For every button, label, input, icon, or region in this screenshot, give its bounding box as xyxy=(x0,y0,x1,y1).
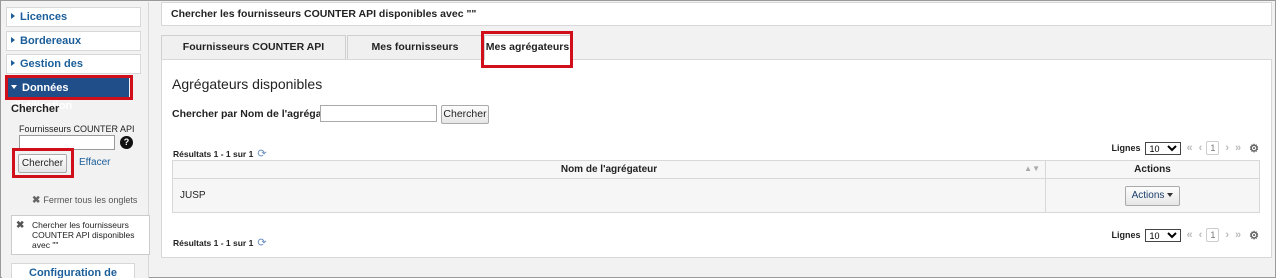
close-icon: ✖ xyxy=(32,195,41,206)
column-header-label: Nom de l'agrégateur xyxy=(560,164,658,175)
column-header-name[interactable]: Nom de l'agrégateur ▲▼ xyxy=(172,160,1046,179)
clear-link[interactable]: Effacer xyxy=(79,157,111,168)
sidebar: Licences Bordereaux Gestion des collecti… xyxy=(2,2,150,278)
help-icon[interactable]: ? xyxy=(120,136,133,149)
sidebar-search-button[interactable]: Chercher xyxy=(18,154,67,173)
table-row: JUSP Actions xyxy=(172,178,1260,213)
refresh-icon[interactable]: ⟳ xyxy=(257,148,266,160)
actions-button-label: Actions xyxy=(1131,189,1165,201)
open-tab-card[interactable]: ✖ Chercher les fournisseurs COUNTER API … xyxy=(11,215,150,255)
lines-label: Lignes xyxy=(1111,143,1141,153)
aggregator-name-cell: JUSP xyxy=(172,178,1046,213)
counter-api-search-input[interactable] xyxy=(19,135,115,150)
actions-cell: Actions xyxy=(1045,178,1260,213)
sidebar-item-bordereaux[interactable]: Bordereaux xyxy=(6,31,141,51)
sidebar-item-configuration[interactable]: Configuration de xyxy=(11,263,135,278)
sidebar-item-label: Licences xyxy=(20,11,68,23)
lines-select[interactable]: 10 xyxy=(1144,141,1181,155)
open-tab-label: Chercher les fournisseurs COUNTER API di… xyxy=(32,220,135,250)
sidebar-item-licences[interactable]: Licences xyxy=(6,7,141,27)
aggregator-search-input[interactable] xyxy=(320,105,437,122)
caret-right-icon xyxy=(11,13,15,19)
caret-right-icon xyxy=(11,60,15,66)
tab-mes-agregateurs[interactable]: Mes agrégateurs xyxy=(484,35,571,60)
pagination: Lignes 10 « ‹ 1 › » ⚙ xyxy=(1111,141,1259,155)
first-page-icon[interactable]: « xyxy=(1187,142,1193,154)
pagination-bottom: Lignes 10 « ‹ 1 › » ⚙ xyxy=(1111,228,1259,242)
refresh-icon[interactable]: ⟳ xyxy=(257,237,266,249)
actions-dropdown-button[interactable]: Actions xyxy=(1124,185,1181,206)
table-header-row: Nom de l'agrégateur ▲▼ Actions xyxy=(172,160,1260,179)
sort-icon[interactable]: ▲▼ xyxy=(1024,164,1040,173)
tab-fournisseurs-demandes[interactable]: Mes fournisseurs demandés xyxy=(347,35,483,76)
chevron-down-icon xyxy=(1167,192,1174,197)
page-number[interactable]: 1 xyxy=(1206,228,1220,242)
close-all-tabs-label: Fermer tous les onglets xyxy=(43,195,138,205)
sidebar-item-label: Bordereaux xyxy=(20,35,82,47)
next-page-icon[interactable]: › xyxy=(1225,142,1229,154)
next-page-icon[interactable]: › xyxy=(1225,229,1229,241)
page-title: Chercher les fournisseurs COUNTER API di… xyxy=(161,2,1272,26)
sidebar-item-donnees-utilisation[interactable]: Données d'utilisation xyxy=(6,78,129,112)
column-header-actions: Actions xyxy=(1045,160,1260,179)
caret-down-icon xyxy=(11,85,17,89)
last-page-icon[interactable]: » xyxy=(1235,229,1241,241)
search-label: Chercher par Nom de l'agrégateur xyxy=(172,108,342,120)
aggregators-table: Nom de l'agrégateur ▲▼ Actions JUSP Actio… xyxy=(172,160,1260,213)
lines-select[interactable]: 10 xyxy=(1144,228,1181,242)
last-page-icon[interactable]: » xyxy=(1235,142,1241,154)
tab-panel: Agrégateurs disponibles Chercher par Nom… xyxy=(161,59,1272,258)
main-content: Chercher les fournisseurs COUNTER API di… xyxy=(161,2,1272,258)
page-number[interactable]: 1 xyxy=(1206,141,1220,155)
gear-icon[interactable]: ⚙ xyxy=(1249,229,1259,242)
first-page-icon[interactable]: « xyxy=(1187,229,1193,241)
app-frame: Licences Bordereaux Gestion des collecti… xyxy=(0,0,1276,278)
sidebar-item-gestion-collections[interactable]: Gestion des collections xyxy=(6,54,141,88)
sidebar-search-title: Chercher xyxy=(11,103,60,115)
lines-label: Lignes xyxy=(1111,230,1141,240)
field-label: Fournisseurs COUNTER API xyxy=(19,124,135,134)
results-text: Résultats 1 - 1 sur 1 xyxy=(173,149,254,159)
prev-page-icon[interactable]: ‹ xyxy=(1199,229,1203,241)
results-count: Résultats 1 - 1 sur 1 ⟳ xyxy=(173,147,267,160)
search-button[interactable]: Chercher xyxy=(441,105,489,124)
gear-icon[interactable]: ⚙ xyxy=(1249,142,1259,155)
results-count-bottom: Résultats 1 - 1 sur 1 ⟳ xyxy=(173,236,267,249)
results-text: Résultats 1 - 1 sur 1 xyxy=(173,238,254,248)
panel-title: Agrégateurs disponibles xyxy=(172,76,323,92)
prev-page-icon[interactable]: ‹ xyxy=(1199,142,1203,154)
caret-right-icon xyxy=(11,37,15,43)
tab-fournisseurs-disponibles[interactable]: Fournisseurs COUNTER API disponibles xyxy=(161,35,346,76)
close-all-tabs-link[interactable]: ✖ Fermer tous les onglets xyxy=(32,195,137,206)
close-icon[interactable]: ✖ xyxy=(16,220,24,231)
